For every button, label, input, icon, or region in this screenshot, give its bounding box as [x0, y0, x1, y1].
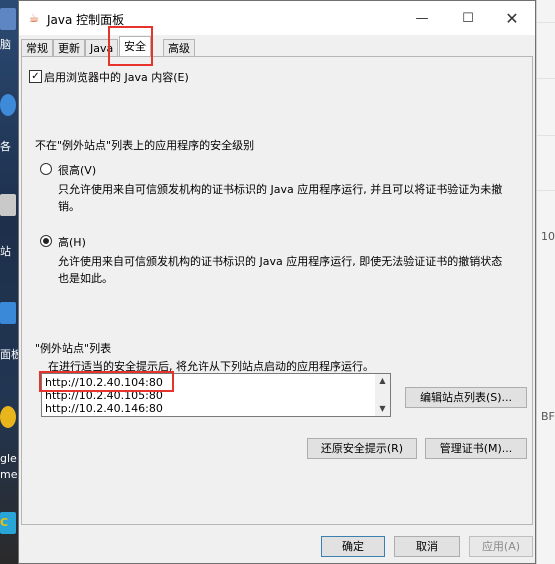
background-text: BF: [541, 410, 555, 423]
highlight-box-site-entry: [39, 371, 174, 392]
background-window: 10 BF: [536, 0, 555, 564]
tab-advanced[interactable]: 高级: [163, 39, 195, 56]
high-description: 允许使用来自可信颁发机构的证书标识的 Java 应用程序运行, 即使无法验证证书…: [58, 255, 503, 285]
highlight-box-security-tab: [108, 26, 153, 66]
recycle-bin-icon[interactable]: [0, 194, 16, 216]
list-item[interactable]: http://10.2.40.146:80: [45, 402, 163, 415]
scroll-down-icon[interactable]: ▼: [375, 402, 390, 416]
security-level-heading: 不在"例外站点"列表上的应用程序的安全级别: [35, 139, 255, 152]
apply-button: 应用(A): [469, 536, 533, 557]
desktop-icon-label: me: [0, 468, 18, 481]
high-label: 高(H): [58, 236, 86, 249]
very-high-description: 只允许使用来自可信颁发机构的证书标识的 Java 应用程序运行, 并且可以将证书…: [58, 183, 503, 213]
very-high-radio[interactable]: [40, 163, 52, 175]
high-radio[interactable]: [40, 235, 52, 247]
exception-sites-heading: "例外站点"列表: [35, 342, 112, 355]
desktop-icon[interactable]: [0, 94, 16, 116]
desktop-icon-label: C: [0, 516, 9, 529]
chrome-icon[interactable]: [0, 406, 16, 428]
desktop-background: 脑 各 站 面板 gle me C: [0, 0, 22, 564]
list-scrollbar[interactable]: ▲ ▼: [375, 374, 390, 416]
maximize-button[interactable]: ☐: [445, 1, 491, 35]
background-text: 10: [541, 230, 555, 243]
edit-site-list-button[interactable]: 编辑站点列表(S)...: [405, 387, 527, 408]
desktop-icon[interactable]: [0, 8, 16, 30]
desktop-icon-label: 脑: [0, 38, 11, 51]
very-high-label[interactable]: 很高(V): [58, 162, 96, 178]
ok-button[interactable]: 确定: [321, 536, 385, 557]
tab-update[interactable]: 更新: [53, 39, 85, 56]
restore-security-prompts-button[interactable]: 还原安全提示(R): [307, 438, 417, 459]
tab-general[interactable]: 常规: [21, 39, 53, 56]
tab-strip: 常规 更新 Java 安全 高级: [19, 35, 535, 57]
desktop-icon-label: 站: [0, 245, 11, 258]
java-app-icon: ☕: [28, 11, 40, 25]
scroll-up-icon[interactable]: ▲: [375, 374, 390, 388]
enable-java-checkbox[interactable]: ✓: [29, 70, 42, 83]
desktop-icon-label: 各: [0, 140, 11, 153]
desktop-icon-label: gle: [0, 452, 17, 465]
control-panel-icon[interactable]: [0, 302, 16, 324]
title-bar[interactable]: ☕ Java 控制面板 — ☐ ✕: [19, 1, 535, 35]
cancel-button[interactable]: 取消: [394, 536, 460, 557]
enable-java-label[interactable]: 启用浏览器中的 Java 内容(E): [44, 69, 189, 85]
manage-certificates-button[interactable]: 管理证书(M)...: [425, 438, 527, 459]
minimize-button[interactable]: —: [399, 1, 445, 35]
java-control-panel-window: ☕ Java 控制面板 — ☐ ✕ 常规 更新 Java 安全 高级 ✓ 启用浏…: [18, 0, 536, 564]
close-button[interactable]: ✕: [489, 1, 535, 35]
